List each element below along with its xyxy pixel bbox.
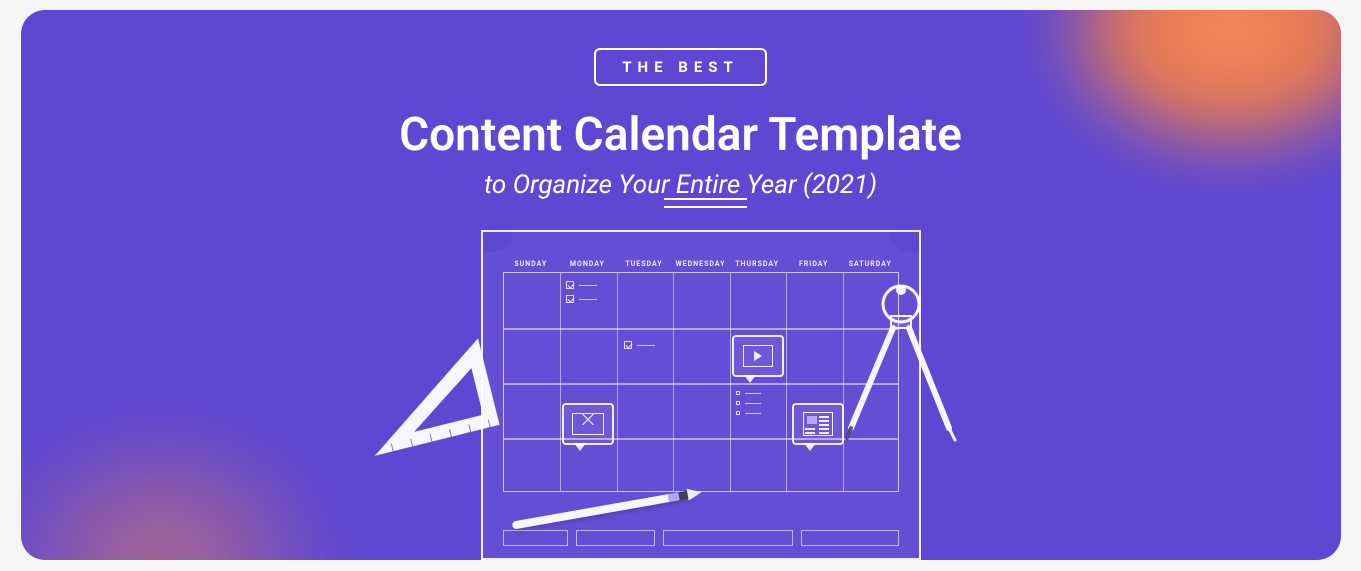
bullet-icon — [736, 411, 740, 415]
day-label: FRIDAY — [785, 260, 842, 268]
decorative-blob-bottom — [21, 420, 341, 560]
checkbox-icon — [566, 281, 574, 289]
day-label: WEDNESDAY — [672, 260, 729, 268]
main-title: Content Calendar Template — [21, 108, 1341, 162]
bullet-icon — [736, 401, 740, 405]
subtitle: to Organize Your Entire Year (2021) — [484, 170, 877, 200]
video-card-icon — [732, 335, 784, 377]
compass-icon — [831, 278, 971, 448]
day-label: THURSDAY — [729, 260, 786, 268]
badge-label: THE BEST — [594, 48, 767, 86]
footer-blocks — [503, 530, 899, 546]
email-card-icon — [562, 403, 614, 445]
checkbox-icon — [624, 341, 632, 349]
checkbox-icon — [566, 295, 574, 303]
day-label: SUNDAY — [503, 260, 560, 268]
day-headers: SUNDAY MONDAY TUESDAY WEDNESDAY THURSDAY… — [503, 260, 899, 268]
day-label: TUESDAY — [616, 260, 673, 268]
blueprint-illustration: SUNDAY MONDAY TUESDAY WEDNESDAY THURSDAY… — [361, 200, 1001, 560]
hero-banner: THE BEST Content Calendar Template to Or… — [21, 10, 1341, 560]
bullet-icon — [736, 391, 740, 395]
header: THE BEST Content Calendar Template to Or… — [21, 10, 1341, 200]
day-label: MONDAY — [559, 260, 616, 268]
day-label: SATURDAY — [842, 260, 899, 268]
